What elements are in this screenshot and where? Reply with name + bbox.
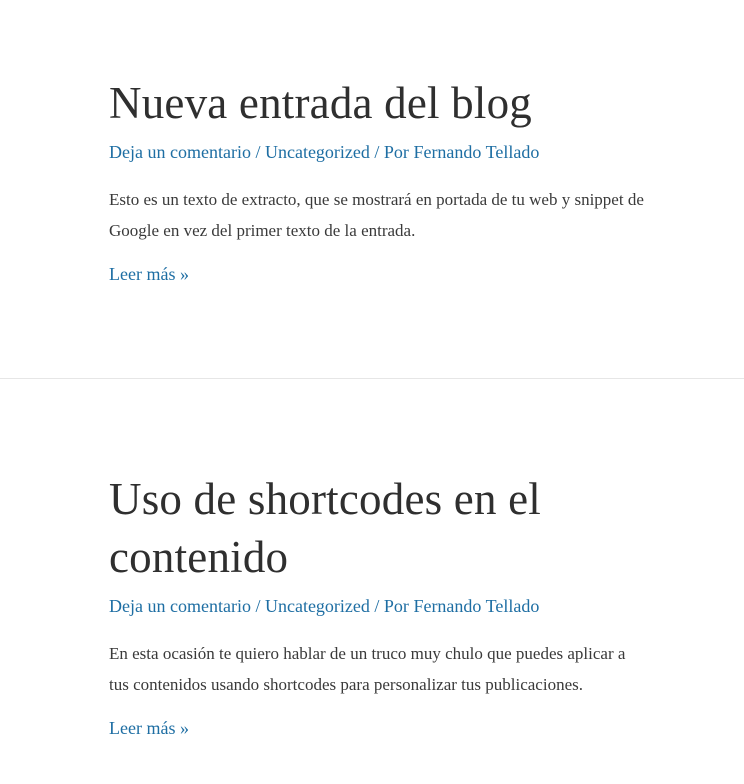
comment-link[interactable]: Deja un comentario	[109, 596, 251, 616]
meta-separator-author: / Por	[369, 596, 414, 616]
meta-separator: /	[250, 596, 265, 616]
post-excerpt: Esto es un texto de extracto, que se mos…	[109, 190, 644, 240]
author-link[interactable]: Fernando Tellado	[413, 596, 539, 616]
read-more: Leer más »	[109, 716, 649, 740]
post-meta: Deja un comentario / Uncategorized / Por…	[109, 594, 649, 618]
meta-separator: /	[250, 142, 265, 162]
post-meta: Deja un comentario / Uncategorized / Por…	[109, 140, 649, 164]
post-title[interactable]: Nueva entrada del blog	[109, 74, 649, 132]
category-link[interactable]: Uncategorized	[265, 596, 370, 616]
post-excerpt: En esta ocasión te quiero hablar de un t…	[109, 644, 626, 694]
blog-post: Nueva entrada del blog Deja un comentari…	[109, 74, 649, 286]
read-more-link[interactable]: Leer más »	[109, 264, 189, 284]
blog-post: Uso de shortcodes en el contenido Deja u…	[109, 470, 649, 740]
read-more: Leer más »	[109, 262, 649, 286]
post-title[interactable]: Uso de shortcodes en el contenido	[109, 470, 649, 586]
read-more-link[interactable]: Leer más »	[109, 718, 189, 738]
author-link[interactable]: Fernando Tellado	[413, 142, 539, 162]
category-link[interactable]: Uncategorized	[265, 142, 370, 162]
comment-link[interactable]: Deja un comentario	[109, 142, 251, 162]
post-divider	[0, 378, 744, 379]
meta-separator-author: / Por	[369, 142, 414, 162]
